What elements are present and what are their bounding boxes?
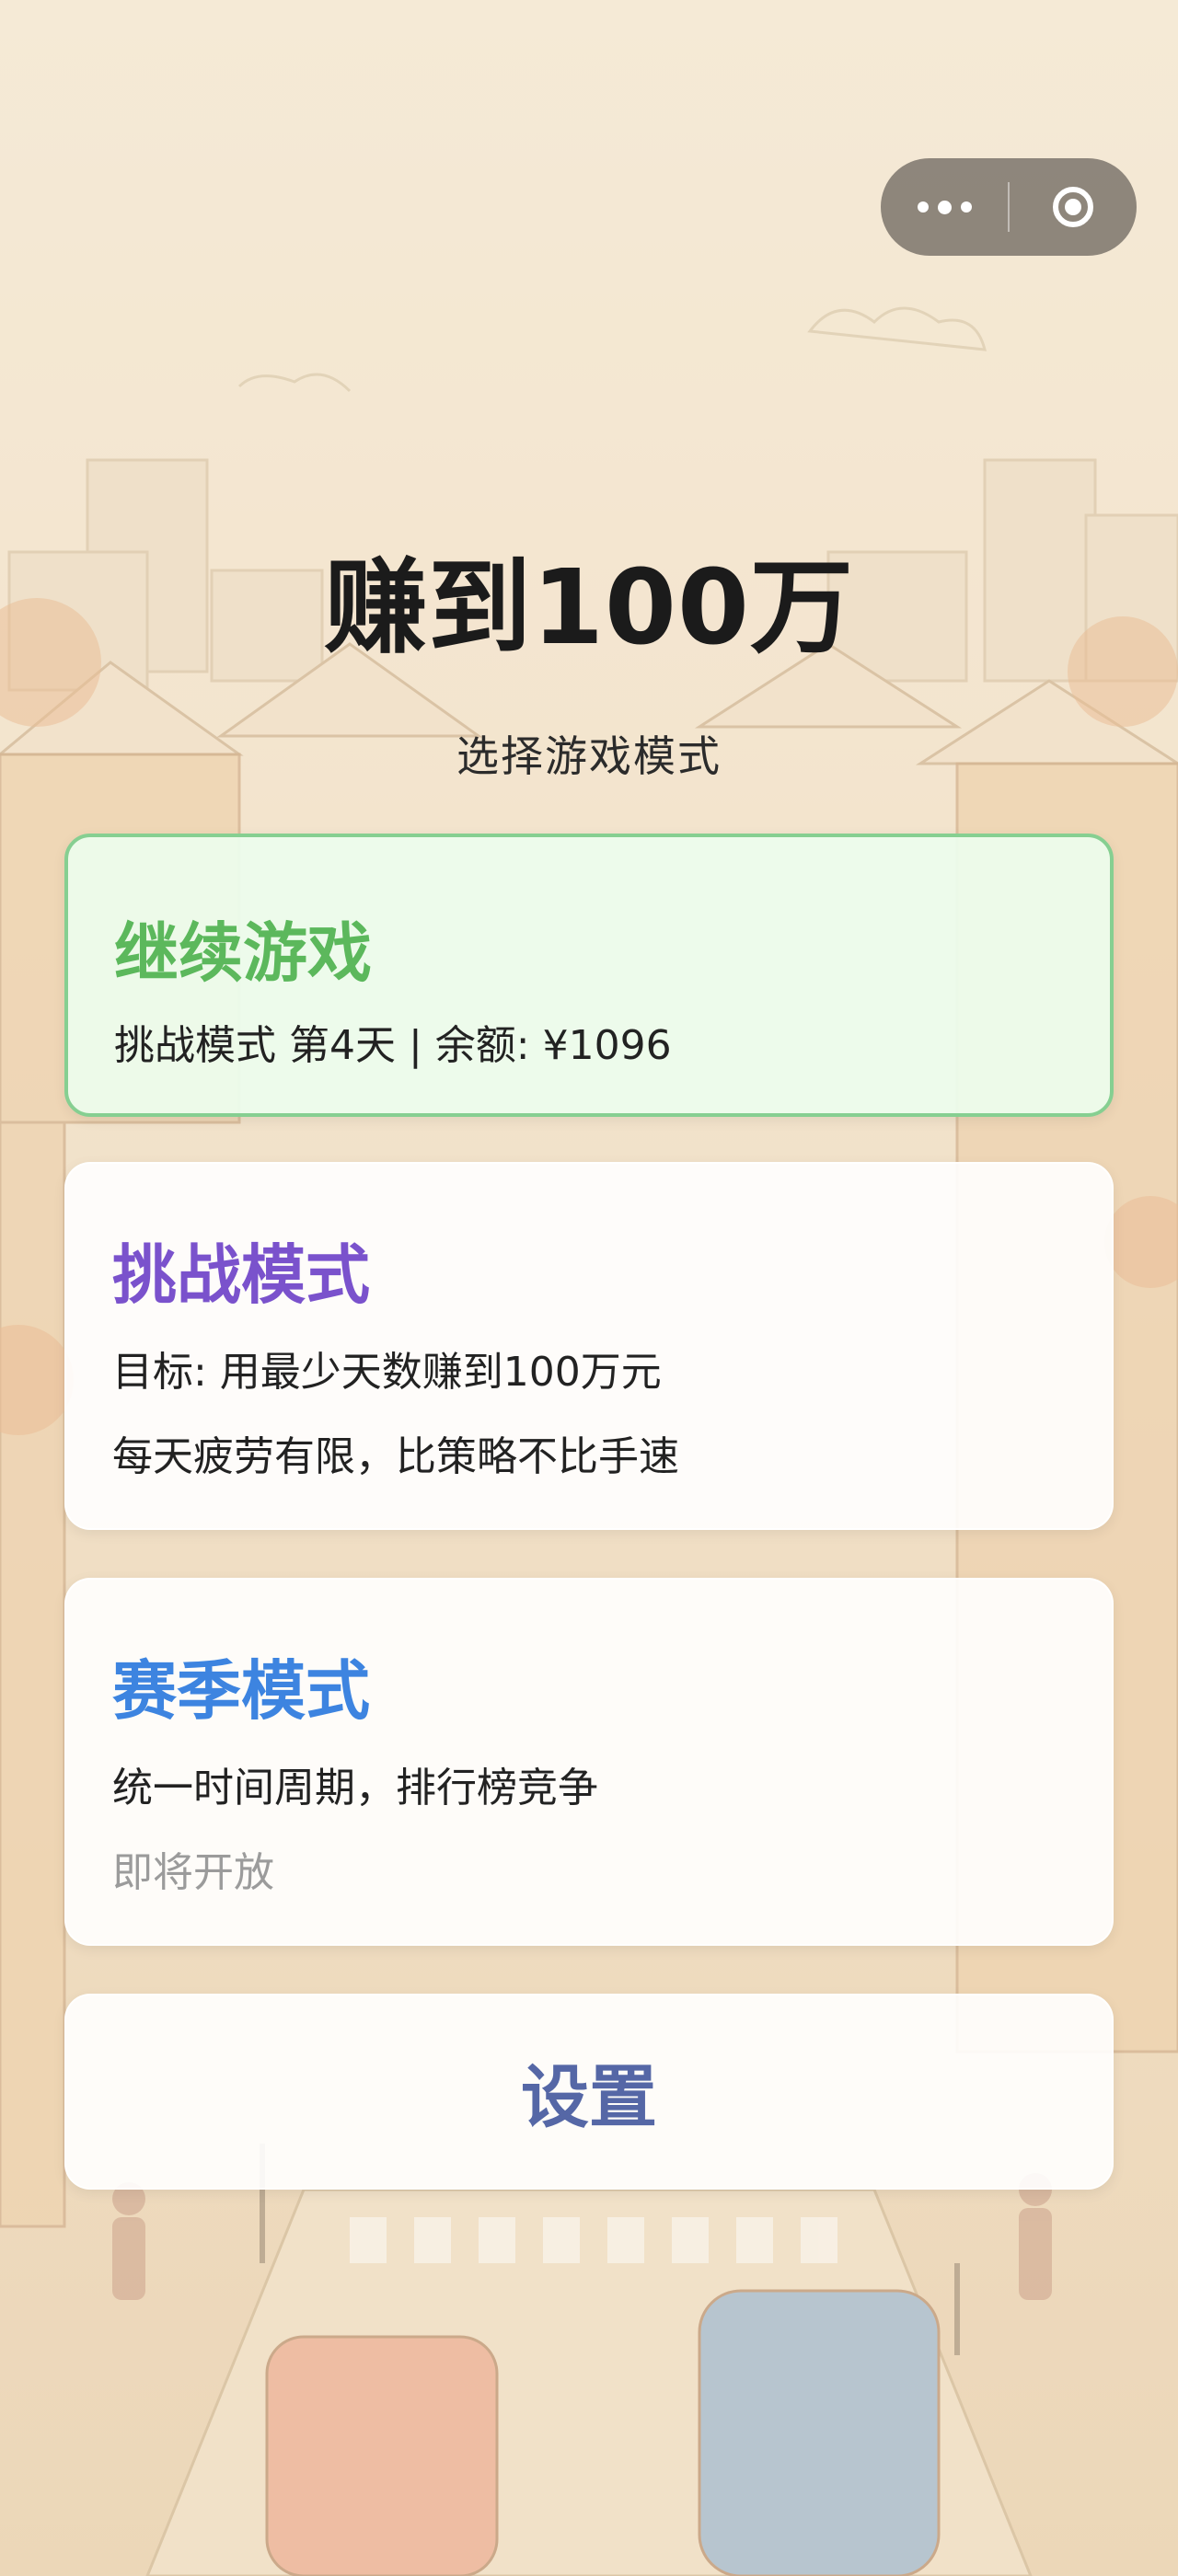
challenge-mode-note: 每天疲劳有限，比策略不比手速 [112, 1433, 679, 1480]
settings-label: 设置 [521, 2058, 657, 2137]
continue-game-detail: 挑战模式 第4天 | 余额: ¥1096 [114, 1022, 672, 1069]
challenge-mode-card[interactable]: 挑战模式 目标: 用最少天数赚到100万元 每天疲劳有限，比策略不比手速 [64, 1162, 1114, 1530]
game-title: 赚到100万 [324, 548, 854, 668]
mini-program-capsule [881, 158, 1137, 256]
continue-game-card[interactable]: 继续游戏 挑战模式 第4天 | 余额: ¥1096 [64, 834, 1114, 1117]
settings-button[interactable]: 设置 [64, 1994, 1114, 2190]
season-mode-card[interactable]: 赛季模式 统一时间周期，排行榜竞争 即将开放 [64, 1578, 1114, 1946]
close-button[interactable] [1010, 158, 1137, 256]
more-button[interactable] [881, 158, 1008, 256]
close-ring-icon [1053, 187, 1093, 227]
challenge-mode-goal: 目标: 用最少天数赚到100万元 [112, 1349, 662, 1396]
season-mode-title: 赛季模式 [112, 1653, 370, 1729]
mode-select-subtitle: 选择游戏模式 [456, 731, 722, 781]
continue-game-title: 继续游戏 [114, 915, 372, 991]
more-dots-icon [913, 200, 976, 214]
season-mode-status: 即将开放 [112, 1849, 274, 1896]
season-mode-description: 统一时间周期，排行榜竞争 [112, 1765, 598, 1811]
challenge-mode-title: 挑战模式 [112, 1237, 370, 1313]
